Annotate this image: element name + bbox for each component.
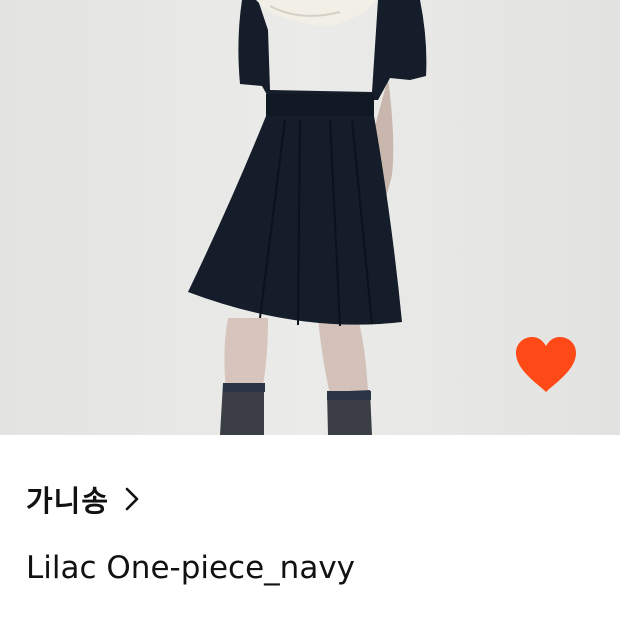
like-button[interactable] (512, 334, 580, 396)
brand-name: 가니송 (26, 484, 110, 518)
product-photo[interactable] (0, 0, 620, 435)
chevron-right-icon (125, 487, 139, 511)
product-name: Lilac One-piece_navy (26, 550, 356, 586)
brand-link[interactable]: 가니송 (26, 478, 139, 520)
heart-icon (516, 337, 576, 392)
product-info (0, 435, 620, 620)
